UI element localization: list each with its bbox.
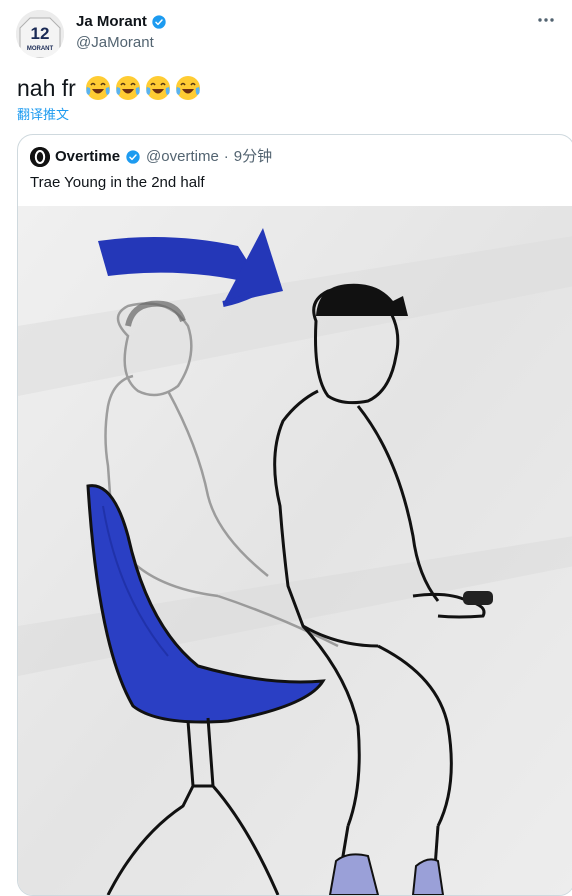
verified-badge-icon <box>126 150 140 164</box>
tweet-text-body: nah fr <box>17 75 76 101</box>
jersey-name: MORANT <box>27 46 54 52</box>
author-name-row: Ja Morant <box>76 12 167 32</box>
tears-of-joy-emoji-icon <box>145 76 170 100</box>
quoted-author-name: Overtime <box>55 148 121 165</box>
emoji-row <box>84 74 202 102</box>
more-options-icon[interactable] <box>534 8 558 32</box>
quoted-tweet-header: Overtime @overtime · 9分钟 <box>30 147 272 167</box>
tweet-text: nah fr <box>17 72 202 104</box>
author-info: Ja Morant @JaMorant <box>76 12 167 53</box>
sketch-drawing-image <box>18 206 572 895</box>
tweet: 12 MORANT Ja Morant @JaMorant nah fr 翻译推… <box>0 0 572 896</box>
quoted-author-avatar[interactable] <box>30 147 50 167</box>
separator-dot: · <box>223 148 229 165</box>
quoted-tweet-card[interactable]: Overtime @overtime · 9分钟 Trae Young in t… <box>17 134 572 896</box>
author-handle[interactable]: @JaMorant <box>76 33 167 53</box>
quoted-tweet-text: Trae Young in the 2nd half <box>30 174 205 191</box>
quoted-timestamp: 9分钟 <box>233 148 273 165</box>
author-name[interactable]: Ja Morant <box>76 12 147 32</box>
tears-of-joy-emoji-icon <box>85 76 110 100</box>
verified-badge-icon <box>152 15 166 29</box>
tears-of-joy-emoji-icon <box>175 76 200 100</box>
quoted-tweet-image[interactable] <box>18 206 572 895</box>
tears-of-joy-emoji-icon <box>115 76 140 100</box>
jersey-avatar-image: 12 MORANT <box>16 10 64 58</box>
jersey-number: 12 <box>31 24 50 43</box>
quoted-author-handle: @overtime <box>146 148 219 165</box>
author-avatar[interactable]: 12 MORANT <box>16 10 64 58</box>
translate-tweet-link[interactable]: 翻译推文 <box>17 104 69 123</box>
